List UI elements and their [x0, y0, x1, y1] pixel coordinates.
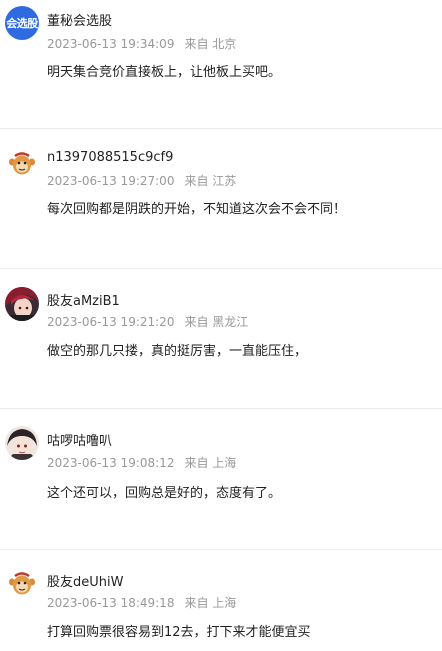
- avatar[interactable]: [5, 567, 39, 601]
- comment-location: 来自 上海: [184, 596, 237, 610]
- comment-username[interactable]: 咕啰咕噜叭: [47, 430, 112, 449]
- comment-username[interactable]: 股友deUhiW: [47, 571, 123, 590]
- avatar-logo-text: 会选股: [6, 17, 38, 30]
- comment-meta: 2023-06-13 18:49:18 来自 上海: [47, 594, 236, 611]
- divider: [0, 549, 442, 550]
- comment-timestamp: 2023-06-13 19:21:20: [47, 315, 175, 329]
- monkey-avatar-icon: [5, 567, 39, 601]
- comment-timestamp: 2023-06-13 19:08:12: [47, 456, 175, 470]
- comment-text: 每次回购都是阴跌的开始，不知道这次会不会不同！: [47, 202, 347, 217]
- comment-timestamp: 2023-06-13 19:34:09: [47, 37, 175, 51]
- comment-feed: 会选股 董秘会选股 2023-06-13 19:34:09 来自 北京 明天集合竞…: [0, 0, 442, 651]
- comment-username[interactable]: n1397088515c9cf9: [47, 150, 173, 165]
- comment-timestamp: 2023-06-13 19:27:00: [47, 174, 175, 188]
- comment-text: 这个还可以，回购总是好的，态度有了。: [47, 486, 282, 501]
- avatar[interactable]: [5, 147, 39, 181]
- comment-text: 做空的那几只搂，真的挺厉害，一直能压住，: [47, 344, 308, 359]
- comment-timestamp: 2023-06-13 18:49:18: [47, 596, 175, 610]
- comment-username[interactable]: 董秘会选股: [47, 10, 112, 29]
- divider: [0, 408, 442, 409]
- comment-meta: 2023-06-13 19:34:09 来自 北京: [47, 35, 236, 52]
- comment-meta: 2023-06-13 19:27:00 来自 江苏: [47, 172, 236, 189]
- anime-character-avatar-icon: [5, 426, 39, 460]
- divider: [0, 268, 442, 269]
- comment-username[interactable]: 股友aMziB1: [47, 290, 120, 309]
- comment-meta: 2023-06-13 19:21:20 来自 黑龙江: [47, 313, 248, 330]
- monkey-avatar-icon: [5, 147, 39, 181]
- avatar[interactable]: 会选股: [5, 6, 39, 40]
- comment-location: 来自 北京: [184, 37, 237, 51]
- comment-text: 明天集合竞价直接板上，让他板上买吧。: [47, 65, 282, 80]
- comment-location: 来自 江苏: [184, 174, 237, 188]
- anime-character-avatar-icon: [5, 287, 39, 321]
- comment-location: 来自 上海: [184, 456, 237, 470]
- avatar[interactable]: [5, 287, 39, 321]
- avatar[interactable]: [5, 426, 39, 460]
- comment-location: 来自 黑龙江: [184, 315, 249, 329]
- divider: [0, 128, 442, 129]
- comment-text: 打算回购票很容易到12去，打下来才能便宜买: [47, 625, 311, 640]
- comment-meta: 2023-06-13 19:08:12 来自 上海: [47, 454, 236, 471]
